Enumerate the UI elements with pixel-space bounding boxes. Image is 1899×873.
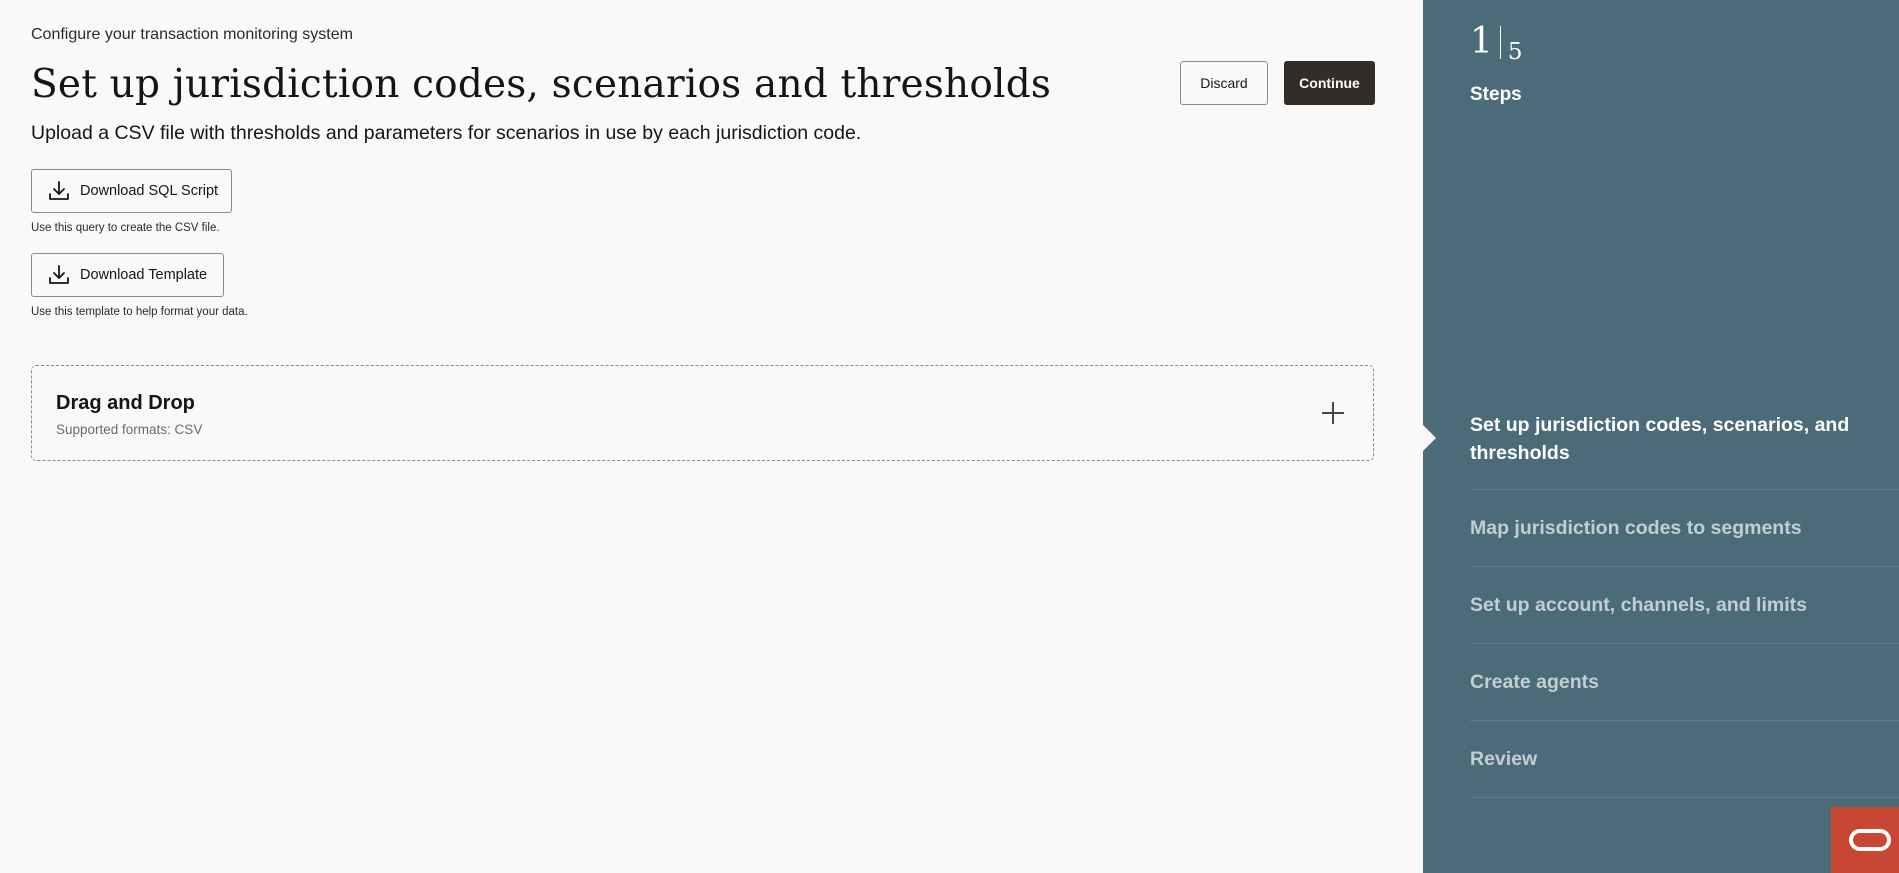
download-sql-script-label: Download SQL Script bbox=[80, 183, 219, 199]
file-dropzone[interactable]: Drag and Drop Supported formats: CSV bbox=[31, 365, 1374, 461]
step-item-account-channels-limits[interactable]: Set up account, channels, and limits bbox=[1470, 567, 1899, 644]
steps-heading: Steps bbox=[1470, 84, 1522, 105]
step-item-jurisdiction-codes[interactable]: Set up jurisdiction codes, scenarios, an… bbox=[1470, 403, 1899, 490]
page-kicker: Configure your transaction monitoring sy… bbox=[31, 26, 353, 43]
total-steps-number: 5 bbox=[1507, 39, 1523, 65]
oracle-logo-icon bbox=[1849, 829, 1891, 851]
oracle-logo-button[interactable] bbox=[1831, 807, 1899, 873]
plus-icon[interactable] bbox=[1321, 401, 1345, 425]
dropzone-title: Drag and Drop bbox=[56, 392, 195, 414]
step-item-map-segments[interactable]: Map jurisdiction codes to segments bbox=[1470, 490, 1899, 567]
download-sql-script-button[interactable]: Download SQL Script bbox=[31, 169, 232, 213]
download-template-button[interactable]: Download Template bbox=[31, 253, 224, 297]
current-step-number: 1 bbox=[1470, 21, 1493, 62]
download-icon bbox=[47, 263, 71, 287]
download-sql-script-helper: Use this query to create the CSV file. bbox=[31, 222, 220, 234]
step-item-create-agents[interactable]: Create agents bbox=[1470, 644, 1899, 721]
download-template-label: Download Template bbox=[80, 267, 208, 283]
dropzone-formats: Supported formats: CSV bbox=[56, 422, 203, 437]
continue-button[interactable]: Continue bbox=[1284, 61, 1375, 105]
download-icon bbox=[47, 179, 71, 203]
step-list: Set up jurisdiction codes, scenarios, an… bbox=[1470, 403, 1899, 798]
discard-button[interactable]: Discard bbox=[1180, 61, 1268, 105]
page-title: Set up jurisdiction codes, scenarios and… bbox=[31, 62, 1052, 107]
steps-sidebar: 1 5 Steps Set up jurisdiction codes, sce… bbox=[1423, 0, 1899, 873]
download-template-helper: Use this template to help format your da… bbox=[31, 306, 248, 318]
step-counter: 1 5 bbox=[1470, 22, 1523, 64]
page-subtitle: Upload a CSV file with thresholds and pa… bbox=[31, 122, 862, 144]
step-item-review[interactable]: Review bbox=[1470, 721, 1899, 798]
main-content: Configure your transaction monitoring sy… bbox=[0, 0, 1423, 873]
active-step-marker bbox=[1423, 425, 1436, 451]
step-divider bbox=[1499, 26, 1501, 59]
